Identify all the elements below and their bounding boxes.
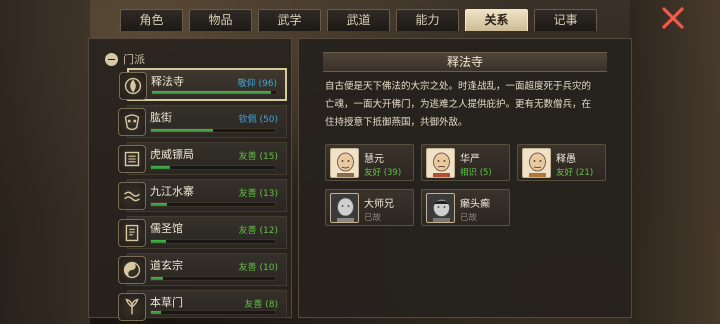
group-header-sects[interactable]: 门派 xyxy=(105,51,145,67)
tab-relations[interactable]: 关系 xyxy=(465,9,528,31)
sect-relation: 钦佩 (50) xyxy=(238,115,278,125)
monk-portrait-icon xyxy=(330,148,359,178)
scroll-emblem-icon xyxy=(118,219,146,247)
member-name: 华严 xyxy=(460,154,480,165)
top-tab-bar: 角色 物品 武学 武道 能力 关系 记事 xyxy=(120,9,597,31)
sect-list-panel: 门派 释法寺 敬仰 (96) 肱街 钦佩 (50) 虎威镖局 友善 (15) 九… xyxy=(88,38,292,321)
sect-name: 道玄宗 xyxy=(150,259,183,272)
detail-title: 释法寺 xyxy=(323,52,607,72)
sect-name: 九江水寨 xyxy=(150,185,194,198)
sect-row-gongjie[interactable]: 肱街 钦佩 (50) xyxy=(118,105,287,138)
wave-emblem-icon xyxy=(118,182,146,210)
member-relation: 相识 (5) xyxy=(460,168,492,178)
member-card[interactable]: 大师兄 已故 xyxy=(325,189,414,226)
sect-row-daoxuan[interactable]: 道玄宗 友善 (10) xyxy=(118,253,287,286)
member-relation: 已故 xyxy=(364,213,382,223)
member-card[interactable]: 华严 相识 (5) xyxy=(421,144,510,181)
sect-name: 虎威镖局 xyxy=(150,148,194,161)
tab-abilities[interactable]: 能力 xyxy=(396,9,459,31)
sect-row-bencao[interactable]: 本草门 友善 (8) xyxy=(118,290,287,321)
relation-bar-fill xyxy=(151,277,164,280)
tab-martial-way[interactable]: 武道 xyxy=(327,9,390,31)
sect-row-huwei[interactable]: 虎威镖局 友善 (15) xyxy=(118,142,287,175)
monk-portrait-grey-icon xyxy=(426,193,455,223)
monk-portrait-icon xyxy=(426,148,455,178)
background-right-scenery xyxy=(630,0,720,324)
relation-bar xyxy=(150,276,276,281)
member-name: 释愚 xyxy=(556,154,576,165)
close-icon[interactable] xyxy=(660,5,686,31)
relation-bar-fill xyxy=(151,203,168,206)
member-card[interactable]: 释愚 友好 (21) xyxy=(517,144,606,181)
tab-journal[interactable]: 记事 xyxy=(534,9,597,31)
monk-portrait-grey-icon xyxy=(330,193,359,223)
member-relation: 友好 (39) xyxy=(364,168,402,178)
sect-relation: 友善 (13) xyxy=(238,189,278,199)
sect-name: 本草门 xyxy=(150,296,183,309)
sect-row-rusheng[interactable]: 儒圣馆 友善 (12) xyxy=(118,216,287,249)
sect-row-jiujiang[interactable]: 九江水寨 友善 (13) xyxy=(118,179,287,212)
taiji-emblem-icon xyxy=(118,256,146,284)
relation-bar xyxy=(150,202,276,207)
tab-items[interactable]: 物品 xyxy=(189,9,252,31)
sect-relation: 友善 (12) xyxy=(238,226,278,236)
member-relation: 已故 xyxy=(460,213,478,223)
member-name: 大师兄 xyxy=(364,199,394,210)
relation-bar-fill xyxy=(152,91,272,94)
tiger-emblem-icon xyxy=(118,145,146,173)
herb-emblem-icon xyxy=(118,293,146,321)
relation-bar-fill xyxy=(151,129,213,132)
member-card[interactable]: 慧元 友好 (39) xyxy=(325,144,414,181)
sect-relation: 友善 (8) xyxy=(244,300,278,310)
group-label: 门派 xyxy=(123,53,145,66)
relation-bar xyxy=(150,128,276,133)
member-name: 慧元 xyxy=(364,154,384,165)
member-card[interactable]: 癞头癫 已故 xyxy=(421,189,510,226)
sect-detail-panel: 释法寺 自古便是天下佛法的大宗之处。时逢战乱，一面超度死于兵灾的亡魂，一面大开佛… xyxy=(298,38,632,318)
sect-name: 释法寺 xyxy=(151,75,184,88)
lotus-emblem-icon xyxy=(119,72,147,100)
relation-bar xyxy=(150,310,276,315)
member-name: 癞头癫 xyxy=(460,199,490,210)
tab-character[interactable]: 角色 xyxy=(120,9,183,31)
relation-bar xyxy=(150,239,276,244)
mask-emblem-icon xyxy=(118,108,146,136)
relation-bar xyxy=(151,90,277,95)
background-left-scenery xyxy=(0,0,90,324)
sect-relation: 友善 (10) xyxy=(238,263,278,273)
sect-row-shifa[interactable]: 释法寺 敬仰 (96) xyxy=(119,68,287,101)
relation-bar xyxy=(150,165,276,170)
relation-bar-fill xyxy=(151,166,170,169)
monk-portrait-icon xyxy=(522,148,551,178)
detail-description: 自古便是天下佛法的大宗之处。时逢战乱，一面超度死于兵灾的亡魂，一面大开佛门，为逃… xyxy=(325,81,592,128)
relation-bar-fill xyxy=(151,311,161,314)
tab-martial-arts[interactable]: 武学 xyxy=(258,9,321,31)
sect-relation: 友善 (15) xyxy=(238,152,278,162)
member-relation: 友好 (21) xyxy=(556,168,594,178)
collapse-icon[interactable] xyxy=(105,52,118,66)
sect-name: 肱街 xyxy=(150,111,172,124)
sect-name: 儒圣馆 xyxy=(150,222,183,235)
relation-bar-fill xyxy=(151,240,166,243)
sect-relation: 敬仰 (96) xyxy=(237,79,277,89)
